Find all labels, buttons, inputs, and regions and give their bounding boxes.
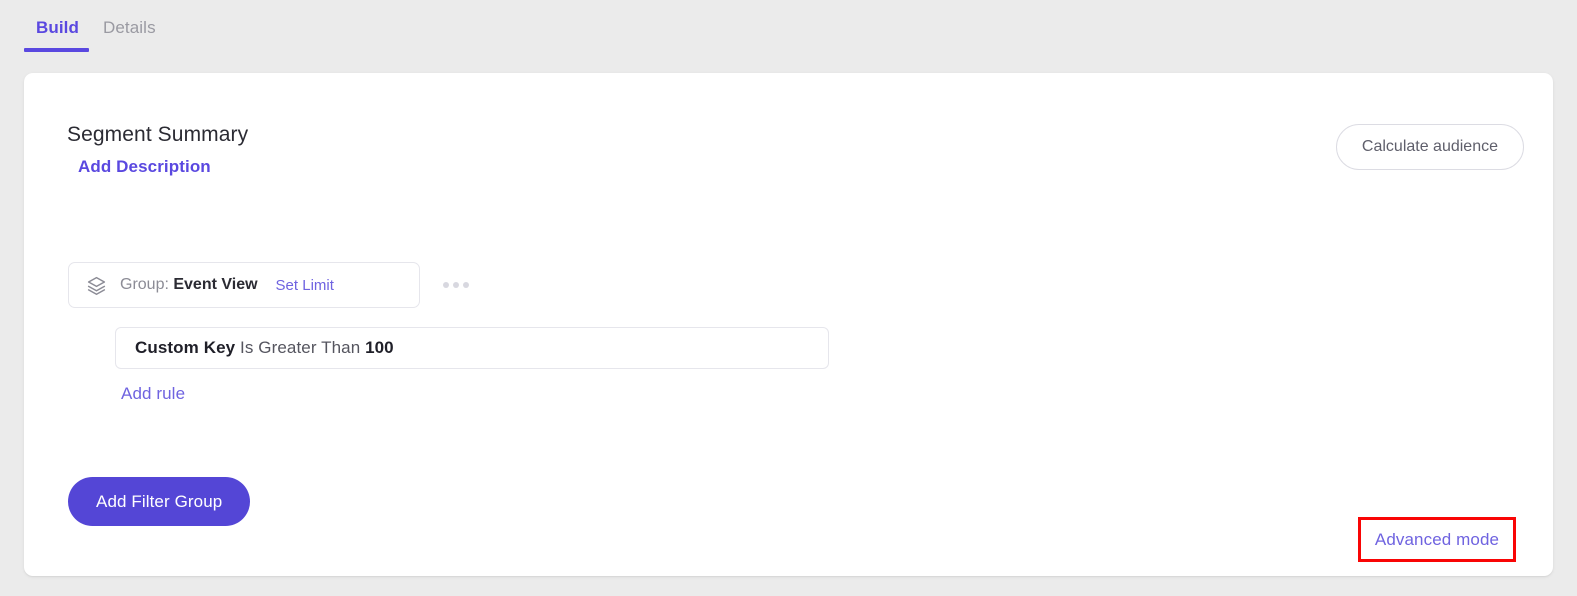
filter-group: Group: Event View Set Limit Custom Key I… (68, 262, 829, 403)
group-name: Event View (173, 276, 258, 293)
ellipsis-dot-1 (443, 282, 449, 288)
advanced-mode-highlight: Advanced mode (1358, 517, 1516, 562)
rule-attribute: Custom Key (135, 338, 236, 357)
group-selector[interactable]: Group: Event View Set Limit (68, 262, 420, 308)
group-prefix: Group: (120, 276, 174, 293)
add-filter-group-button[interactable]: Add Filter Group (68, 477, 251, 526)
tab-bar: Build Details (0, 0, 1577, 73)
ellipsis-dot-3 (463, 282, 469, 288)
rule-text: Custom Key Is Greater Than 100 (135, 338, 394, 358)
ellipsis-dot-2 (453, 282, 459, 288)
advanced-mode-link[interactable]: Advanced mode (1375, 530, 1499, 550)
layers-icon (86, 275, 107, 296)
calculate-audience-label: Calculate audience (1361, 138, 1498, 155)
tab-details[interactable]: Details (91, 0, 168, 52)
tab-build-label: Build (36, 18, 79, 37)
tab-build[interactable]: Build (24, 0, 91, 52)
calculate-audience-button[interactable]: Calculate audience (1335, 124, 1524, 170)
rule-operator: Is Greater Than (235, 338, 366, 357)
filter-group-header: Group: Event View Set Limit (68, 262, 473, 308)
set-limit-link[interactable]: Set Limit (276, 277, 334, 294)
page-title: Segment Summary (67, 123, 249, 146)
add-rule-link[interactable]: Add rule (121, 384, 185, 404)
rule-row[interactable]: Custom Key Is Greater Than 100 (115, 327, 829, 369)
ellipsis-icon[interactable] (439, 276, 473, 294)
rule-value: 100 (365, 338, 394, 357)
group-label: Group: Event View (120, 276, 258, 294)
tab-active-underline (24, 48, 89, 52)
segment-builder-card: Segment Summary Add Description Calculat… (24, 73, 1553, 576)
tab-details-label: Details (103, 18, 156, 37)
add-description-link[interactable]: Add Description (78, 157, 211, 177)
add-filter-group-label: Add Filter Group (96, 491, 223, 511)
